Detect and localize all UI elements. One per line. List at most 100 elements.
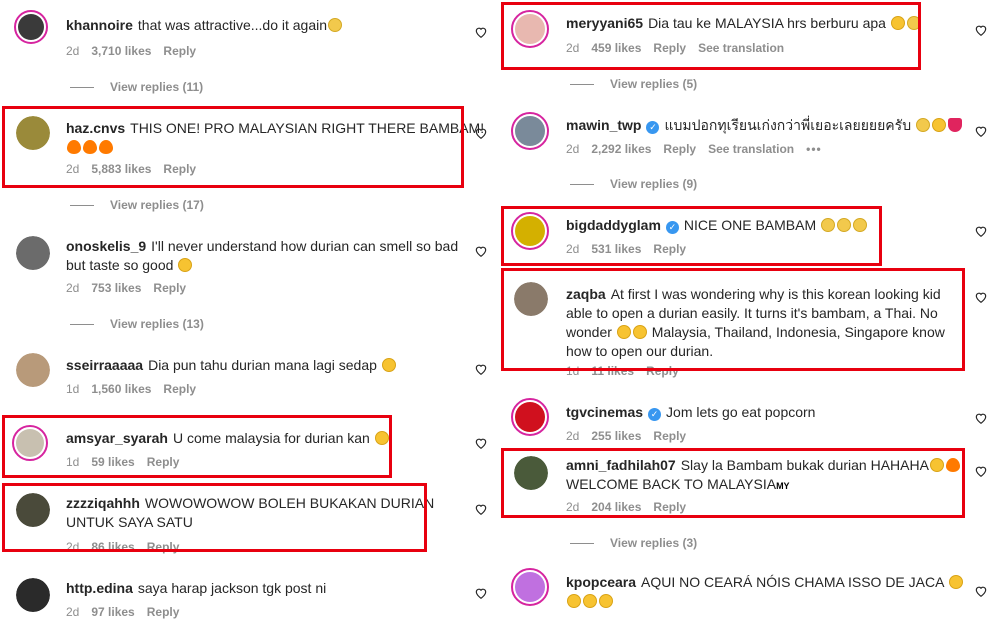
hand-emoji-icon <box>915 118 930 132</box>
comment-text: Dia pun tahu durian mana lagi sedap <box>148 357 377 373</box>
view-replies-label: View replies (11) <box>110 80 204 94</box>
view-replies-button[interactable]: View replies (11) <box>70 80 203 94</box>
likes-count[interactable]: 753 likes <box>91 281 141 295</box>
comment-text: AQUI NO CEARÁ NÓIS CHAMA ISSO DE JACA <box>641 574 944 590</box>
laughing-emoji-icon <box>948 575 963 589</box>
avatar[interactable] <box>511 568 549 606</box>
laughing-emoji-icon <box>567 594 581 608</box>
view-replies-label: View replies (5) <box>610 77 698 91</box>
highlight-box <box>501 2 921 70</box>
comment-text-line2: but taste so good <box>66 257 174 273</box>
comment-text: that was attractive...do it again <box>137 17 328 33</box>
comment-username[interactable]: http.edina <box>66 580 133 596</box>
comment-username[interactable]: tgvcinemas <box>566 404 643 420</box>
highlight-box <box>501 268 965 371</box>
like-heart-icon[interactable] <box>474 126 488 140</box>
like-heart-icon[interactable] <box>474 436 488 450</box>
reply-button[interactable]: Reply <box>147 605 180 619</box>
comment-age: 2d <box>66 605 80 619</box>
comment-body: onoskelis_9 I'll never understand how dur… <box>66 237 458 275</box>
comment-username[interactable]: sseirraaaaa <box>66 357 143 373</box>
likes-count[interactable]: 1,560 likes <box>91 382 151 396</box>
likes-count[interactable]: 2,292 likes <box>591 142 651 156</box>
see-translation-button[interactable]: See translation <box>708 142 794 156</box>
comment-meta: 2d 2,292 likes Reply See translation ••• <box>566 142 834 156</box>
replies-divider <box>70 87 94 89</box>
comment-body: khannoire that was attractive...do it aga… <box>66 16 343 35</box>
avatar[interactable] <box>511 112 549 150</box>
likes-count[interactable]: 97 likes <box>91 605 134 619</box>
comment-age: 2d <box>566 429 580 443</box>
comment-text: Jom lets go eat popcorn <box>666 404 816 420</box>
like-heart-icon[interactable] <box>974 584 988 598</box>
comment-meta: 2d 255 likes Reply <box>566 429 698 443</box>
laughing-emoji-icon <box>178 258 193 272</box>
reply-button[interactable]: Reply <box>153 281 186 295</box>
comment-age: 1d <box>66 382 80 396</box>
comment-text: แบมปอกทุเรียนเก่งกว่าพี่เยอะเลยยยยครับ <box>664 117 912 133</box>
reply-button[interactable]: Reply <box>163 382 196 396</box>
highlight-box <box>501 206 882 266</box>
avatar[interactable] <box>16 236 50 270</box>
laughing-emoji-icon <box>583 594 597 608</box>
comment-username[interactable]: mawin_twp <box>566 117 641 133</box>
avatar[interactable] <box>511 398 549 436</box>
like-heart-icon[interactable] <box>474 362 488 376</box>
replies-divider <box>570 84 594 86</box>
comment-username[interactable]: khannoire <box>66 17 133 33</box>
likes-count[interactable]: 3,710 likes <box>91 44 151 58</box>
like-heart-icon[interactable] <box>974 224 988 238</box>
smile-emoji-icon <box>328 18 343 32</box>
like-heart-icon[interactable] <box>474 502 488 516</box>
replies-divider <box>70 324 94 326</box>
comment-meta: 2d 3,710 likes Reply <box>66 44 208 58</box>
view-replies-button[interactable]: View replies (3) <box>570 536 697 550</box>
like-heart-icon[interactable] <box>974 464 988 478</box>
comment-meta: 2d 97 likes Reply <box>66 605 191 619</box>
comment-body: http.edina saya harap jackson tgk post ni <box>66 579 326 598</box>
comment-age: 2d <box>66 281 80 295</box>
verified-badge-icon: ✓ <box>648 408 662 421</box>
left-comment-column: khannoire that was attractive...do it aga… <box>0 0 500 623</box>
highlight-box <box>501 448 965 518</box>
reply-button[interactable]: Reply <box>163 44 196 58</box>
comment-text: I'll never understand how durian can sme… <box>151 238 459 254</box>
view-replies-label: View replies (9) <box>610 177 698 191</box>
more-options-button[interactable]: ••• <box>806 142 822 156</box>
red-heart-emoji-icon <box>947 118 962 132</box>
comment-age: 2d <box>566 142 580 156</box>
highlight-box <box>2 483 427 552</box>
comment-body: sseirraaaaa Dia pun tahu durian mana lagi… <box>66 356 397 375</box>
reply-button[interactable]: Reply <box>663 142 696 156</box>
like-heart-icon[interactable] <box>474 586 488 600</box>
comment-meta: 1d 1,560 likes Reply <box>66 382 208 396</box>
reply-button[interactable]: Reply <box>653 429 686 443</box>
laughing-emoji-icon <box>381 358 396 372</box>
like-heart-icon[interactable] <box>974 23 988 37</box>
replies-divider <box>70 205 94 207</box>
right-comment-column: meryyani65 Dia tau ke MALAYSIA hrs berbur… <box>500 0 1000 623</box>
view-replies-label: View replies (3) <box>610 536 698 550</box>
comment-body: kpopceara AQUI NO CEARÁ NÓIS CHAMA ISSO D… <box>566 573 964 611</box>
like-heart-icon[interactable] <box>974 290 988 304</box>
likes-count[interactable]: 255 likes <box>591 429 641 443</box>
view-replies-button[interactable]: View replies (17) <box>70 198 204 212</box>
comment-text: saya harap jackson tgk post ni <box>137 580 327 596</box>
view-replies-label: View replies (17) <box>110 198 204 212</box>
like-heart-icon[interactable] <box>474 244 488 258</box>
like-heart-icon[interactable] <box>974 411 988 425</box>
laughing-emoji-icon <box>599 594 613 608</box>
like-heart-icon[interactable] <box>474 25 488 39</box>
avatar[interactable] <box>14 10 48 44</box>
comment-username[interactable]: onoskelis_9 <box>66 238 146 254</box>
like-heart-icon[interactable] <box>974 124 988 138</box>
replies-divider <box>570 543 594 545</box>
view-replies-button[interactable]: View replies (13) <box>70 317 204 331</box>
comment-username[interactable]: kpopceara <box>566 574 636 590</box>
avatar[interactable] <box>16 578 50 612</box>
view-replies-button[interactable]: View replies (5) <box>570 77 697 91</box>
avatar[interactable] <box>16 353 50 387</box>
comment-age: 2d <box>66 44 80 58</box>
highlight-box <box>2 415 392 478</box>
view-replies-button[interactable]: View replies (9) <box>570 177 697 191</box>
